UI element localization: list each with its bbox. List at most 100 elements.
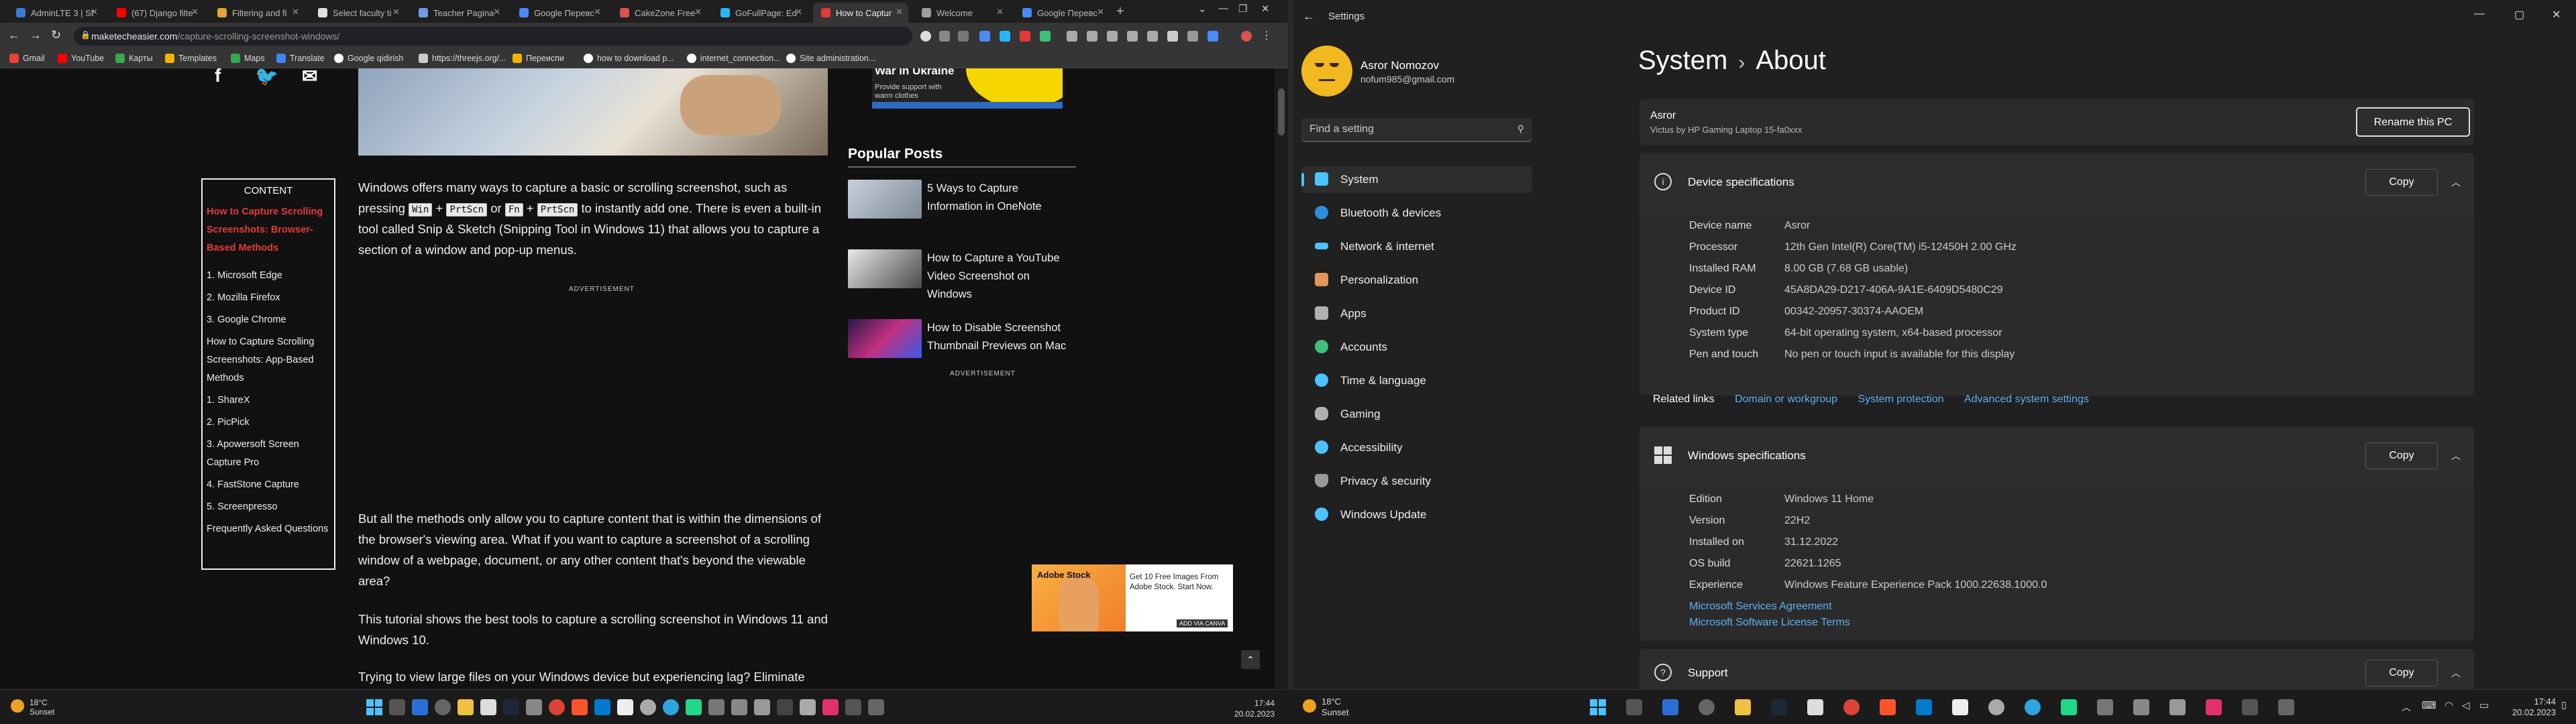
extension-icon[interactable] xyxy=(1067,31,1077,42)
scrollbar-thumb[interactable] xyxy=(1278,88,1285,135)
start-button[interactable] xyxy=(1590,699,1606,715)
settings-app-icon[interactable] xyxy=(435,699,451,715)
tab[interactable]: Google Перевс ✕ xyxy=(1014,3,1110,23)
settings-search-input[interactable]: Find a setting ⚲ xyxy=(1301,118,1532,142)
link-system-protection[interactable]: System protection xyxy=(1858,394,1943,405)
rename-pc-button[interactable]: Rename this PC xyxy=(2356,107,2470,137)
app-icon[interactable] xyxy=(526,699,542,715)
chevron-up-icon[interactable]: ︿ xyxy=(2451,176,2461,189)
app-icon[interactable] xyxy=(708,699,724,715)
toc-item[interactable]: 2. PicPick xyxy=(207,414,330,432)
brave-icon[interactable] xyxy=(1880,699,1896,715)
tab[interactable]: Filtering and fi ✕ xyxy=(209,3,305,23)
chevron-up-icon[interactable]: ︿ xyxy=(2451,449,2461,463)
nav-apps[interactable]: Apps xyxy=(1301,300,1532,327)
nav-accessibility[interactable]: Accessibility xyxy=(1301,434,1532,461)
steam-icon[interactable] xyxy=(1771,699,1787,715)
weather-icon[interactable] xyxy=(11,699,24,713)
maximize-button[interactable]: ▢ xyxy=(2514,8,2524,21)
bookmark-item[interactable]: Site administration... xyxy=(786,54,875,63)
pycharm-icon[interactable] xyxy=(2061,699,2077,715)
toc-item[interactable]: 1. ShareX xyxy=(207,391,330,410)
bookmark-icon[interactable] xyxy=(1208,31,1218,42)
close-icon[interactable]: ✕ xyxy=(493,7,500,17)
post-title[interactable]: How to Capture a YouTube Video Screensho… xyxy=(927,249,1075,304)
chrome-icon[interactable] xyxy=(549,699,565,715)
twitter-icon[interactable]: 🐦 xyxy=(255,65,278,87)
app-icon[interactable] xyxy=(754,699,770,715)
bookmark-item[interactable]: Карты xyxy=(115,54,153,63)
back-icon[interactable]: ← xyxy=(8,28,20,42)
instagram-icon[interactable] xyxy=(2206,699,2222,715)
tab[interactable]: Teacher Pagina ✕ xyxy=(411,3,506,23)
tab-active[interactable]: How to Captur ✕ xyxy=(813,3,908,23)
brave-icon[interactable] xyxy=(572,699,588,715)
app-icon[interactable] xyxy=(640,699,656,715)
chat-icon[interactable] xyxy=(1662,699,1678,715)
minimize-button[interactable]: — xyxy=(1218,3,1228,14)
vscode-icon[interactable] xyxy=(594,699,610,715)
toc-item[interactable]: 5. Screenpresso xyxy=(207,498,330,516)
address-bar[interactable]: 🔒 maketecheasier.com/capture-scrolling-sc… xyxy=(74,27,912,46)
tab[interactable]: (67) Django filte ✕ xyxy=(109,3,204,23)
nav-personalization[interactable]: Personalization xyxy=(1301,267,1532,294)
back-icon[interactable]: ← xyxy=(1303,9,1315,23)
bookmark-item[interactable]: Google qidirish xyxy=(334,54,403,63)
nav-time-language[interactable]: Time & language xyxy=(1301,367,1532,394)
toc-item[interactable]: 2. Mozilla Firefox xyxy=(207,289,330,307)
extension-icon[interactable] xyxy=(1040,31,1051,42)
start-button[interactable] xyxy=(366,699,382,715)
close-icon[interactable]: ✕ xyxy=(392,7,400,17)
extension-icon[interactable] xyxy=(1107,31,1118,42)
support-card[interactable]: ? Support Copy ︿ xyxy=(1640,649,2474,689)
bookmark-item[interactable]: https://threejs.org/... xyxy=(419,54,506,63)
close-icon[interactable]: ✕ xyxy=(996,7,1004,17)
tab[interactable]: Welcome ✕ xyxy=(914,3,1009,23)
app-icon[interactable] xyxy=(731,699,747,715)
steam-icon[interactable] xyxy=(503,699,519,715)
file-explorer-icon[interactable] xyxy=(1735,699,1751,715)
tab[interactable]: GoFullPage: Ed ✕ xyxy=(712,3,808,23)
post-title[interactable]: How to Disable Screenshot Thumbnail Prev… xyxy=(927,319,1075,355)
nav-bluetooth[interactable]: Bluetooth & devices xyxy=(1301,200,1532,227)
bookmark-item[interactable]: Gmail xyxy=(9,54,45,63)
share-icon[interactable] xyxy=(939,31,950,42)
google-lens-icon[interactable] xyxy=(920,31,931,42)
facebook-icon[interactable]: f xyxy=(215,65,221,86)
telegram-icon[interactable] xyxy=(2025,699,2041,715)
windows-specs-header[interactable]: Windows specifications Copy ︿ xyxy=(1640,426,2474,485)
wifi-icon[interactable]: ◠ xyxy=(2445,699,2453,711)
app-icon[interactable] xyxy=(1988,699,2004,715)
nav-network[interactable]: Network & internet xyxy=(1301,233,1532,260)
file-explorer-icon[interactable] xyxy=(458,699,474,715)
app-icon[interactable] xyxy=(2133,699,2149,715)
close-icon[interactable]: ✕ xyxy=(191,7,199,17)
app-icon[interactable] xyxy=(2169,699,2186,715)
chrome-icon[interactable] xyxy=(1843,699,1860,715)
close-icon[interactable]: ✕ xyxy=(1097,7,1104,17)
weather-icon[interactable] xyxy=(1303,699,1316,713)
app-icon[interactable] xyxy=(2097,699,2113,715)
chevron-up-icon[interactable]: ︿ xyxy=(2451,666,2461,680)
tab[interactable]: Google Перевс ✕ xyxy=(511,3,606,23)
settings-app-icon[interactable] xyxy=(1699,699,1715,715)
app-icon[interactable] xyxy=(845,699,861,715)
tab-search-icon[interactable]: ⌄ xyxy=(1198,3,1207,15)
extension-icon[interactable] xyxy=(979,31,990,42)
scroll-to-top-button[interactable]: ⌃ xyxy=(1241,650,1260,669)
link-domain-workgroup[interactable]: Domain or workgroup xyxy=(1735,394,1837,405)
telegram-icon[interactable] xyxy=(663,699,679,715)
toc-item[interactable]: How to Capture Scrolling Screenshots: Br… xyxy=(207,203,330,257)
toc-item[interactable]: 1. Microsoft Edge xyxy=(207,267,330,285)
toc-item[interactable]: 3. Google Chrome xyxy=(207,311,330,329)
search-icon[interactable] xyxy=(389,699,405,715)
bookmark-item[interactable]: internet_connection... xyxy=(687,54,781,63)
close-window-button[interactable]: ✕ xyxy=(2552,8,2561,21)
close-icon[interactable]: ✕ xyxy=(91,7,98,17)
app-icon[interactable] xyxy=(2242,699,2258,715)
extension-icon[interactable] xyxy=(1127,31,1138,42)
app-icon[interactable] xyxy=(868,699,884,715)
pycharm-icon[interactable] xyxy=(686,699,702,715)
ad-button[interactable]: ADD VIA CANVA xyxy=(1177,619,1228,627)
nav-accounts[interactable]: Accounts xyxy=(1301,334,1532,361)
